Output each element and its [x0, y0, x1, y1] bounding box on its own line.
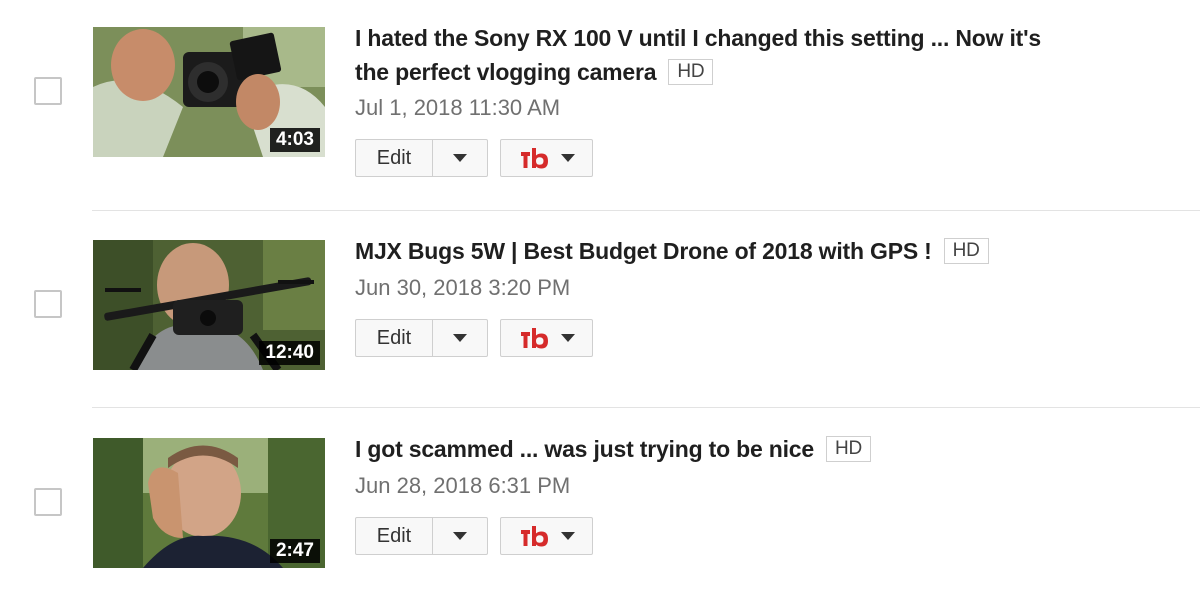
chevron-down-icon [560, 334, 575, 342]
video-thumbnail[interactable]: 2:47 [93, 438, 325, 568]
tubebuddy-logo-icon [519, 525, 551, 547]
chevron-down-icon [560, 154, 575, 162]
hd-badge: HD [825, 436, 872, 462]
video-date: Jun 28, 2018 6:31 PM [355, 473, 571, 498]
hd-badge: HD [668, 59, 714, 85]
video-title: I hated the Sony RX 100 V until I change… [355, 21, 1115, 89]
edit-menu-button[interactable] [433, 140, 487, 176]
video-title-link[interactable]: I hated the Sony RX 100 V until I change… [355, 25, 1041, 51]
video-title: MJX Bugs 5W | Best Budget Drone of 2018 … [355, 234, 1115, 268]
video-title-link-continued[interactable]: the perfect vlogging camera [355, 59, 657, 85]
edit-button[interactable]: Edit [356, 518, 433, 554]
video-title-link[interactable]: I got scammed ... was just trying to be … [355, 436, 814, 462]
video-date: Jun 30, 2018 3:20 PM [355, 275, 571, 300]
hd-badge: HD [943, 238, 989, 264]
select-checkbox[interactable] [34, 290, 62, 318]
video-thumbnail[interactable]: 12:40 [93, 240, 325, 370]
edit-menu-button[interactable] [433, 320, 487, 356]
tubebuddy-menu-button[interactable] [500, 517, 593, 555]
edit-button-group: Edit [355, 139, 488, 177]
edit-button-group: Edit [355, 517, 488, 555]
tubebuddy-logo-icon [519, 147, 551, 169]
chevron-down-icon [453, 154, 467, 162]
video-title-link[interactable]: MJX Bugs 5W | Best Budget Drone of 2018 … [355, 238, 932, 264]
edit-button[interactable]: Edit [356, 320, 433, 356]
row-divider [92, 407, 1200, 408]
video-duration: 4:03 [269, 128, 320, 152]
video-thumbnail[interactable]: 4:03 [93, 27, 325, 157]
video-duration: 2:47 [269, 539, 320, 563]
edit-menu-button[interactable] [433, 518, 487, 554]
chevron-down-icon [453, 334, 467, 342]
chevron-down-icon [453, 532, 467, 540]
tubebuddy-logo-icon [519, 327, 551, 349]
select-checkbox[interactable] [34, 488, 62, 516]
video-date: Jul 1, 2018 11:30 AM [355, 95, 561, 120]
tubebuddy-menu-button[interactable] [500, 319, 593, 357]
chevron-down-icon [560, 532, 575, 540]
edit-button-group: Edit [355, 319, 488, 357]
select-checkbox[interactable] [34, 77, 62, 105]
tubebuddy-menu-button[interactable] [500, 139, 593, 177]
video-duration: 12:40 [259, 341, 320, 365]
video-title: I got scammed ... was just trying to be … [355, 432, 1115, 466]
row-divider [92, 210, 1200, 211]
edit-button[interactable]: Edit [356, 140, 433, 176]
